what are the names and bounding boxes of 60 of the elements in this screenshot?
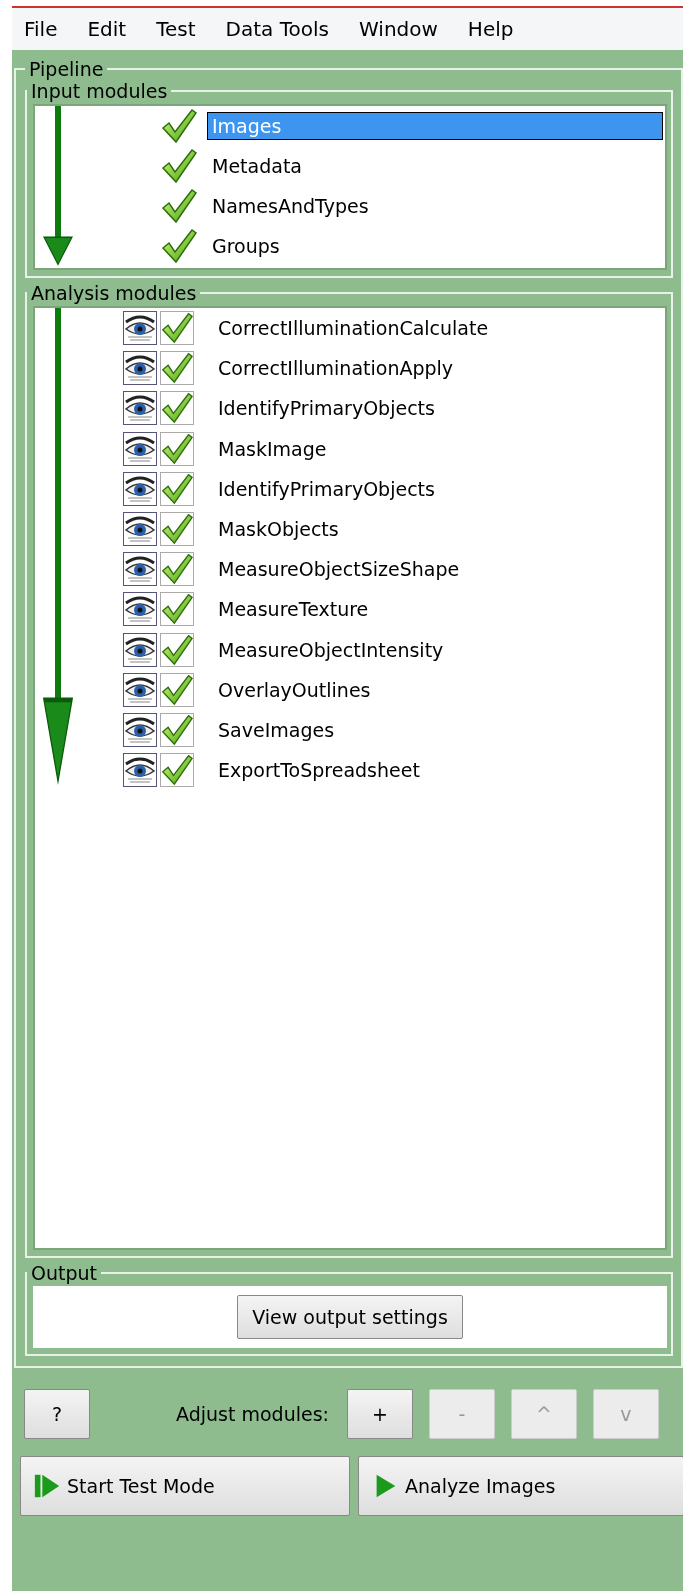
module-name[interactable]: SaveImages: [213, 715, 340, 744]
checkmark-icon[interactable]: [161, 148, 197, 184]
eye-icon[interactable]: [123, 552, 157, 587]
step-play-icon: [33, 1472, 61, 1500]
eye-icon[interactable]: [123, 753, 157, 788]
menu-item[interactable]: Data Tools: [225, 17, 343, 41]
checkmark-icon[interactable]: [160, 753, 194, 788]
checkmark-icon[interactable]: [160, 311, 194, 346]
checkmark-icon[interactable]: [160, 632, 194, 667]
eye-icon[interactable]: [123, 672, 157, 707]
eye-icon[interactable]: [123, 632, 157, 667]
checkmark-icon[interactable]: [161, 108, 197, 144]
checkmark-icon[interactable]: [160, 351, 194, 386]
adjust-button[interactable]: +: [346, 1389, 413, 1439]
analyze-images-button[interactable]: Analyze Images: [358, 1456, 683, 1516]
checkmark-icon[interactable]: [160, 471, 194, 506]
menu-item[interactable]: Edit: [87, 17, 141, 41]
checkmark-icon[interactable]: [161, 188, 197, 224]
eye-icon[interactable]: [123, 471, 157, 506]
module-name[interactable]: IdentifyPrimaryObjects: [213, 474, 440, 503]
eye-icon[interactable]: [123, 431, 157, 466]
module-name[interactable]: CorrectIlluminationCalculate: [213, 314, 494, 343]
eye-icon[interactable]: [123, 592, 157, 627]
module-name[interactable]: MaskImage: [213, 434, 332, 463]
module-name[interactable]: MaskObjects: [213, 515, 344, 544]
checkmark-icon[interactable]: [160, 431, 194, 466]
help-button[interactable]: ?: [24, 1389, 90, 1439]
module-name[interactable]: OverlayOutlines: [213, 675, 376, 704]
module-name[interactable]: Metadata: [207, 152, 307, 180]
module-name[interactable]: MeasureTexture: [213, 595, 374, 624]
eye-icon[interactable]: [123, 512, 157, 547]
menu-item[interactable]: Window: [359, 17, 452, 41]
module-name[interactable]: ExportToSpreadsheet: [213, 756, 425, 785]
eye-icon[interactable]: [123, 391, 157, 426]
adjust-modules-label: Adjust modules:: [176, 1403, 329, 1425]
checkmark-icon[interactable]: [160, 592, 194, 627]
module-name[interactable]: Groups: [207, 232, 285, 260]
eye-icon[interactable]: [123, 712, 157, 747]
menu-item[interactable]: Help: [467, 17, 528, 41]
eye-icon[interactable]: [123, 311, 157, 346]
checkmark-icon[interactable]: [161, 228, 197, 264]
module-name[interactable]: MeasureObjectSizeShape: [213, 555, 465, 584]
eye-icon[interactable]: [123, 351, 157, 386]
module-name[interactable]: CorrectIlluminationApply: [213, 354, 459, 383]
group-title: Output: [30, 1262, 98, 1284]
checkmark-icon[interactable]: [160, 712, 194, 747]
menu-item[interactable]: Test: [156, 17, 210, 41]
start-test-mode-button[interactable]: Start Test Mode: [20, 1456, 350, 1516]
module-name[interactable]: NamesAndTypes: [207, 192, 374, 220]
checkmark-icon[interactable]: [160, 672, 194, 707]
checkmark-icon[interactable]: [160, 512, 194, 547]
group-title: Analysis modules: [30, 282, 198, 304]
checkmark-icon[interactable]: [160, 552, 194, 587]
module-name[interactable]: MeasureObjectIntensity: [213, 635, 449, 664]
checkmark-icon[interactable]: [160, 391, 194, 426]
view-output-settings-button[interactable]: View output settings: [237, 1295, 463, 1339]
module-name[interactable]: IdentifyPrimaryObjects: [213, 394, 440, 423]
menu-item[interactable]: File: [24, 17, 72, 41]
group-title: Input modules: [30, 80, 169, 102]
group-title: Pipeline: [28, 58, 105, 80]
